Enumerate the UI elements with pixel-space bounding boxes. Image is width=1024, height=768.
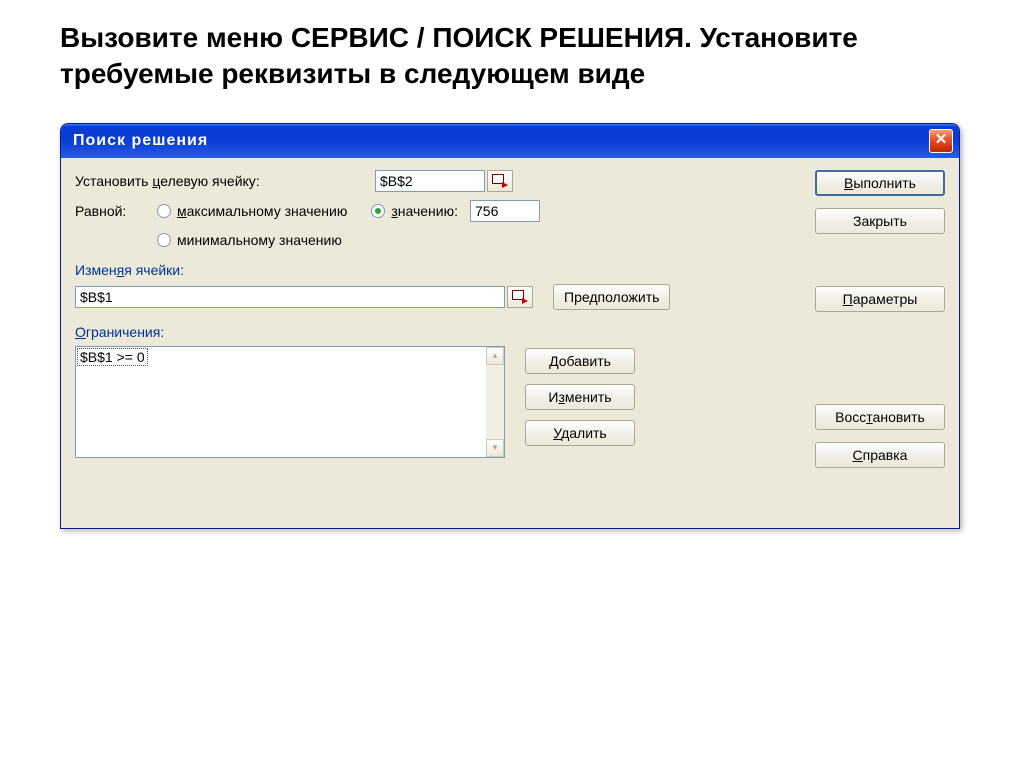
list-item[interactable]: $B$1 >= 0 (77, 348, 148, 366)
slide-heading: Вызовите меню СЕРВИС / ПОИСК РЕШЕНИЯ. Ус… (60, 20, 964, 93)
delete-button[interactable]: Удалить (525, 420, 635, 446)
radio-min-label: минимальному значению (177, 232, 342, 248)
titlebar: Поиск решения ✕ (61, 124, 959, 158)
radio-max[interactable] (157, 204, 171, 218)
parameters-button[interactable]: Параметры (815, 286, 945, 312)
help-button[interactable]: Справка (815, 442, 945, 468)
edit-button[interactable]: Изменить (525, 384, 635, 410)
changing-cells-input[interactable] (75, 286, 505, 308)
radio-value-label: значению: (391, 203, 458, 219)
radio-max-label: максимальному значению (177, 203, 347, 219)
close-button[interactable]: Закрыть (815, 208, 945, 234)
equal-to-label: Равной: (75, 203, 157, 219)
dialog-body: Установить целевую ячейку: Равной: макси… (61, 158, 959, 528)
constraints-listbox[interactable]: $B$1 >= 0 ▴ ▾ (75, 346, 505, 458)
suggest-button[interactable]: Предположить (553, 284, 670, 310)
target-cell-label: Установить целевую ячейку: (75, 173, 375, 189)
restore-button[interactable]: Восстановить (815, 404, 945, 430)
scrollbar[interactable]: ▴ ▾ (486, 347, 504, 457)
dialog-title: Поиск решения (73, 132, 208, 150)
radio-value[interactable] (371, 204, 385, 218)
value-of-input[interactable] (470, 200, 540, 222)
radio-min[interactable] (157, 233, 171, 247)
add-button[interactable]: Добавить (525, 348, 635, 374)
target-cell-input[interactable] (375, 170, 485, 192)
range-picker-icon[interactable] (487, 170, 513, 192)
solver-dialog: Поиск решения ✕ Установить целевую ячейк… (60, 123, 960, 529)
right-button-column: Выполнить Закрыть Параметры Восстановить… (815, 170, 945, 468)
range-picker-icon[interactable] (507, 286, 533, 308)
execute-button[interactable]: Выполнить (815, 170, 945, 196)
scroll-up-icon[interactable]: ▴ (486, 347, 504, 365)
scroll-down-icon[interactable]: ▾ (486, 439, 504, 457)
close-icon[interactable]: ✕ (929, 129, 953, 153)
